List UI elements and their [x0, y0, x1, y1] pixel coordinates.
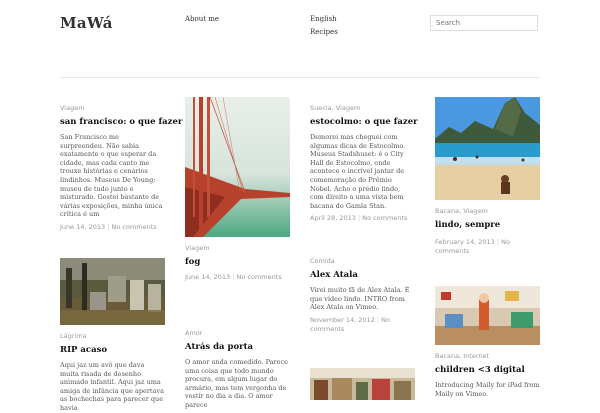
post-alex-atala: Comida Alex Atala Virei muito fã de Alex…	[310, 256, 415, 334]
post-title[interactable]: Atrás da porta	[185, 342, 290, 353]
nav-about-me[interactable]: About me	[185, 15, 219, 23]
post-thumbnail-kids-room[interactable]	[435, 286, 540, 345]
nav-recipes[interactable]: Recipes	[310, 28, 338, 36]
post-fog: Viagem fog June 14, 2013 | No comments	[185, 243, 290, 282]
post-thumbnail-golden-gate[interactable]	[185, 97, 290, 237]
post-category[interactable]: Viagem	[185, 243, 290, 253]
post-comments-link[interactable]: No comments	[112, 223, 157, 231]
post-title[interactable]: estocolmo: o que fazer	[310, 117, 418, 128]
post-date[interactable]: June 14, 2013	[60, 223, 105, 231]
post-title[interactable]: lindo, sempre	[435, 220, 540, 231]
nav-english[interactable]: English	[310, 15, 337, 23]
post-meta: November 14, 2012 | No comments	[310, 315, 390, 333]
post-meta: June 14, 2013 | No comments	[60, 222, 157, 231]
post-title[interactable]: RIP acaso	[60, 345, 165, 356]
post-san-francisco: Viagem san francisco: o que fazer San Fr…	[60, 103, 182, 232]
post-date[interactable]: February 14, 2013	[435, 238, 495, 246]
post-title[interactable]: children <3 digital	[435, 365, 540, 376]
post-excerpt: O amor anda comedido. Parece uma coisa q…	[185, 358, 288, 409]
post-excerpt: Introducing Maily for iPad from Maily on…	[435, 381, 540, 398]
post-lindo-sempre: Bacana, Viagem lindo, sempre February 14…	[435, 206, 540, 256]
post-category[interactable]: Suecia, Viagem	[310, 103, 415, 113]
post-excerpt: San Francisco me surpreendeu. Não sabia …	[60, 133, 163, 219]
post-title[interactable]: fog	[185, 257, 290, 268]
post-comments-link[interactable]: No comments	[237, 273, 282, 281]
post-atras-da-porta: Amor Atrás da porta O amor anda comedido…	[185, 328, 290, 410]
post-date[interactable]: November 14, 2012	[310, 316, 375, 324]
post-children-digital: Bacana, Internet children <3 digital Int…	[435, 351, 540, 398]
post-excerpt: Demorei mas cheguei com algumas dicas de…	[310, 133, 406, 210]
post-date[interactable]: June 14, 2013	[185, 273, 230, 281]
post-category[interactable]: Amor	[185, 328, 290, 338]
post-thumbnail-rio-beach[interactable]	[435, 97, 540, 200]
site-title[interactable]: MaWá	[60, 14, 113, 32]
post-title[interactable]: Alex Atala	[310, 270, 415, 281]
post-estocolmo: Suecia, Viagem estocolmo: o que fazer De…	[310, 103, 418, 223]
post-meta: February 14, 2013 | No comments	[435, 238, 510, 255]
post-category[interactable]: Bacana, Internet	[435, 351, 540, 361]
post-category[interactable]: Bacana, Viagem	[435, 206, 540, 216]
post-meta: June 14, 2013 | No comments	[185, 273, 282, 281]
post-category[interactable]: Comida	[310, 256, 415, 266]
post-thumbnail-market[interactable]	[310, 368, 415, 400]
post-title[interactable]: san francisco: o que fazer	[60, 117, 182, 128]
post-rip-acaso: Lágrima RIP acaso Aqui jaz um avô que da…	[60, 331, 165, 413]
post-date[interactable]: April 28, 2013	[310, 214, 356, 222]
post-meta: April 28, 2013 | No comments	[310, 214, 408, 223]
post-comments-link[interactable]: No comments	[362, 214, 407, 222]
post-category[interactable]: Viagem	[60, 103, 165, 113]
post-category[interactable]: Lágrima	[60, 331, 165, 341]
post-excerpt: Virei muito fã de Alex Atala. É que víde…	[310, 286, 410, 312]
post-excerpt: Aqui jaz um avô que dava muita risada de…	[60, 361, 164, 412]
post-thumbnail-cemetery[interactable]	[60, 258, 165, 325]
header-divider	[60, 77, 540, 78]
search-input[interactable]	[430, 15, 538, 31]
